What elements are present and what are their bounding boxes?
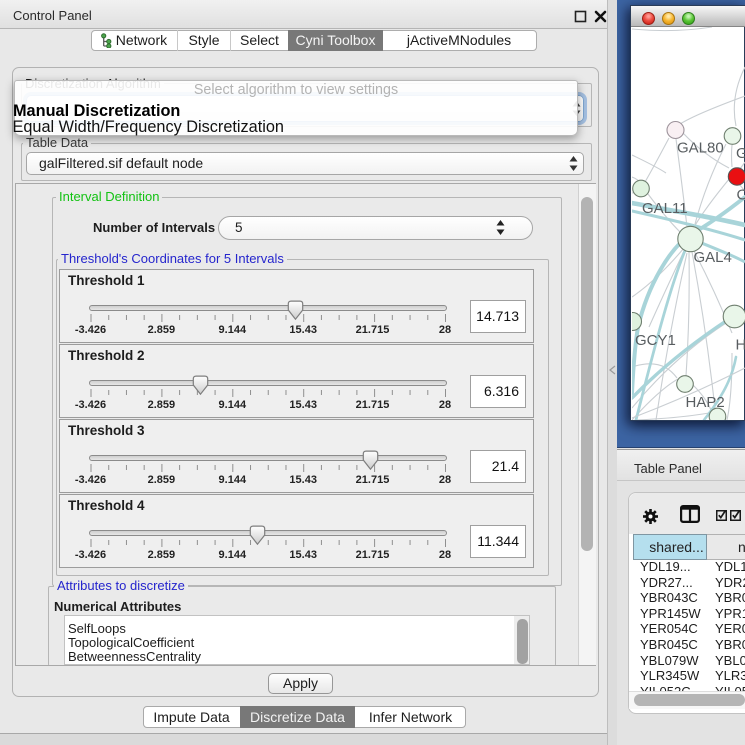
svg-text:GAL80: GAL80 (677, 140, 724, 157)
svg-text:GCY1: GCY1 (635, 332, 676, 349)
svg-text:GAL4: GAL4 (694, 249, 732, 266)
svg-text:HIS: HIS (736, 337, 745, 354)
svg-text:CR: CR (737, 187, 745, 204)
svg-text:GAL11: GAL11 (642, 200, 688, 217)
svg-text:HAP2: HAP2 (686, 394, 725, 411)
svg-text:GAL: GAL (736, 145, 745, 162)
